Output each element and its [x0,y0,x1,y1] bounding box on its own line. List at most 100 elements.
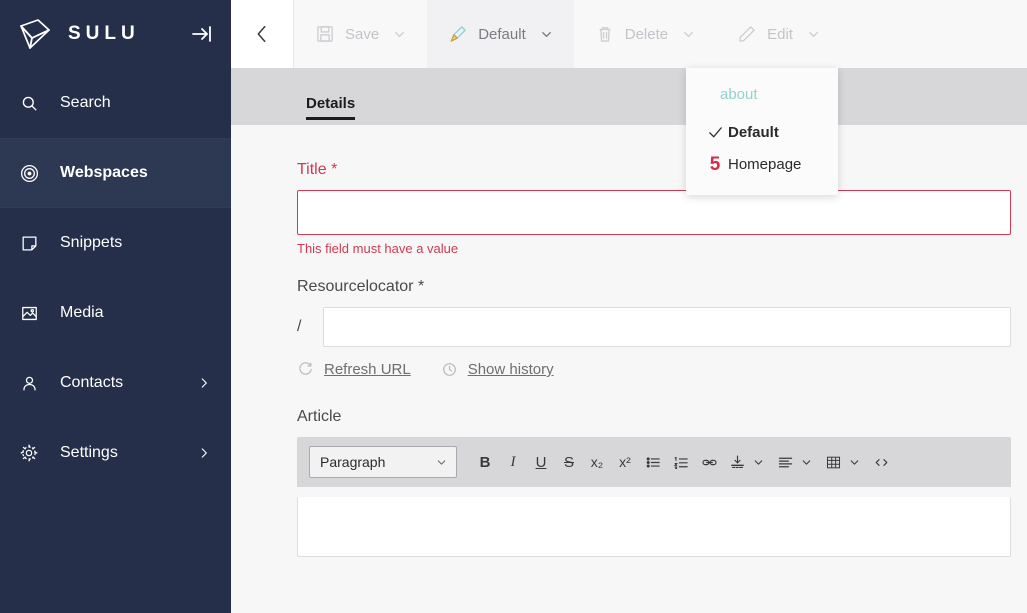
edit-button[interactable]: Edit [716,0,841,68]
template-option-label: Homepage [728,156,802,173]
link-button[interactable] [696,449,722,475]
table-caret-icon[interactable] [847,456,861,469]
strikethrough-button[interactable]: S [556,449,582,475]
resourcelocator-input[interactable] [323,307,1011,347]
chevron-down-icon[interactable] [539,27,554,42]
detail-form: Title * This field must have a value Res… [231,125,1027,557]
block-format-select[interactable]: Paragraph [309,446,457,478]
chevron-right-icon [197,375,211,391]
snippets-page-icon [14,234,44,253]
source-code-button[interactable] [868,449,894,475]
sidebar-item-snippets[interactable]: Snippets [0,208,231,278]
back-chevron-icon [251,23,273,45]
sidebar-header: SULU [0,0,231,68]
sidebar: SULU Search Webspaces Snippets Media Con… [0,0,231,613]
media-image-icon [14,304,44,323]
refresh-url-icon [297,361,314,378]
article-editor-body[interactable] [297,497,1011,557]
chevron-down-icon[interactable] [392,27,407,42]
underline-button[interactable]: U [528,449,554,475]
sidebar-item-webspaces[interactable]: Webspaces [0,138,231,208]
toolbar-strip: Save Default Delete Edit [293,0,1027,68]
content-area: Title * This field must have a value Res… [231,125,1027,613]
sidebar-item-label: Search [60,94,111,111]
bold-glyph: B [479,453,491,471]
tab-details[interactable]: Details [294,95,367,125]
show-history-label: Show history [467,361,554,378]
save-button[interactable]: Save [294,0,427,68]
resourcelocator-row: / [297,307,1019,347]
chevron-down-icon[interactable] [806,27,821,42]
block-format-value: Paragraph [320,454,386,470]
sidebar-item-label: Media [60,304,104,321]
sidebar-item-settings[interactable]: Settings [0,418,231,488]
search-icon [14,94,44,113]
align-caret-icon[interactable] [799,456,813,469]
chevron-down-icon[interactable] [681,27,696,42]
sidebar-item-label: Contacts [60,374,124,391]
superscript-glyph: x² [619,454,631,470]
collapse-sidebar-icon[interactable] [189,21,215,47]
template-option-default[interactable]: Default [686,117,838,148]
save-label: Save [345,25,380,43]
title-error-message: This field must have a value [297,241,459,256]
editor-toolbar: Paragraph B I U S x₂ x² [297,437,1011,487]
template-button[interactable]: Default [427,0,574,68]
subscript-glyph: x₂ [590,454,604,470]
brand-name: SULU [68,23,140,44]
delete-trash-icon [594,23,616,45]
sidebar-item-contacts[interactable]: Contacts [0,348,231,418]
resourcelocator-prefix: / [297,318,302,335]
app-root: SULU Search Webspaces Snippets Media Con… [0,0,1027,613]
back-button[interactable] [231,0,293,68]
main-area: Save Default Delete Edit Details Title *… [231,0,1027,613]
table-button[interactable] [820,449,846,475]
chevron-right-icon [197,445,211,461]
template-group-label: about [720,86,758,103]
homepage-number-icon: 5 [702,155,728,174]
brush-template-icon [447,23,469,45]
resourcelocator-field-group: Resourcelocator * / Refresh URL Show his… [297,278,1019,378]
title-label: Title * [297,161,338,178]
italic-button[interactable]: I [500,449,526,475]
homepage-number-glyph: 5 [709,154,721,175]
sidebar-item-search[interactable]: Search [0,68,231,138]
insert-media-button[interactable] [724,449,750,475]
show-history-action[interactable]: Show history [441,361,554,378]
contacts-person-icon [14,374,44,393]
sidebar-item-label: Webspaces [60,164,148,181]
align-button[interactable] [772,449,798,475]
refresh-url-action[interactable]: Refresh URL [297,361,411,378]
template-option-homepage[interactable]: 5 Homepage [686,148,838,181]
italic-glyph: I [510,453,516,470]
delete-label: Delete [624,25,669,43]
bold-button[interactable]: B [472,449,498,475]
settings-gear-icon [14,443,44,463]
bullet-list-button[interactable] [640,449,666,475]
sidebar-item-label: Snippets [60,234,123,251]
title-input[interactable] [297,190,1011,235]
rich-text-editor: Paragraph B I U S x₂ x² [297,437,1011,557]
numbered-list-button[interactable] [668,449,694,475]
sidebar-nav: Search Webspaces Snippets Media Contacts… [0,68,231,488]
subscript-button[interactable]: x₂ [584,449,610,475]
sulu-logo-icon [18,17,58,51]
article-field-group: Article Paragraph B I U S x₂ x² [297,408,1019,557]
template-option-label: Default [728,124,779,141]
strikethrough-glyph: S [563,453,574,471]
edit-label: Edit [767,25,793,43]
sidebar-item-media[interactable]: Media [0,278,231,348]
superscript-button[interactable]: x² [612,449,638,475]
clock-history-icon [441,361,458,378]
resourcelocator-label: Resourcelocator * [297,278,425,295]
top-toolbar: Save Default Delete Edit [231,0,1027,68]
tab-label: Details [306,95,356,112]
title-field-group: Title * This field must have a value [297,161,1019,256]
template-dropdown-menu: about Default 5 Homepage [686,68,838,195]
insert-media-caret-icon[interactable] [751,456,765,469]
refresh-url-label: Refresh URL [324,361,411,378]
tab-bar: Details [231,68,1027,125]
sidebar-item-label: Settings [60,444,118,461]
delete-button[interactable]: Delete [574,0,716,68]
check-icon [702,124,728,141]
